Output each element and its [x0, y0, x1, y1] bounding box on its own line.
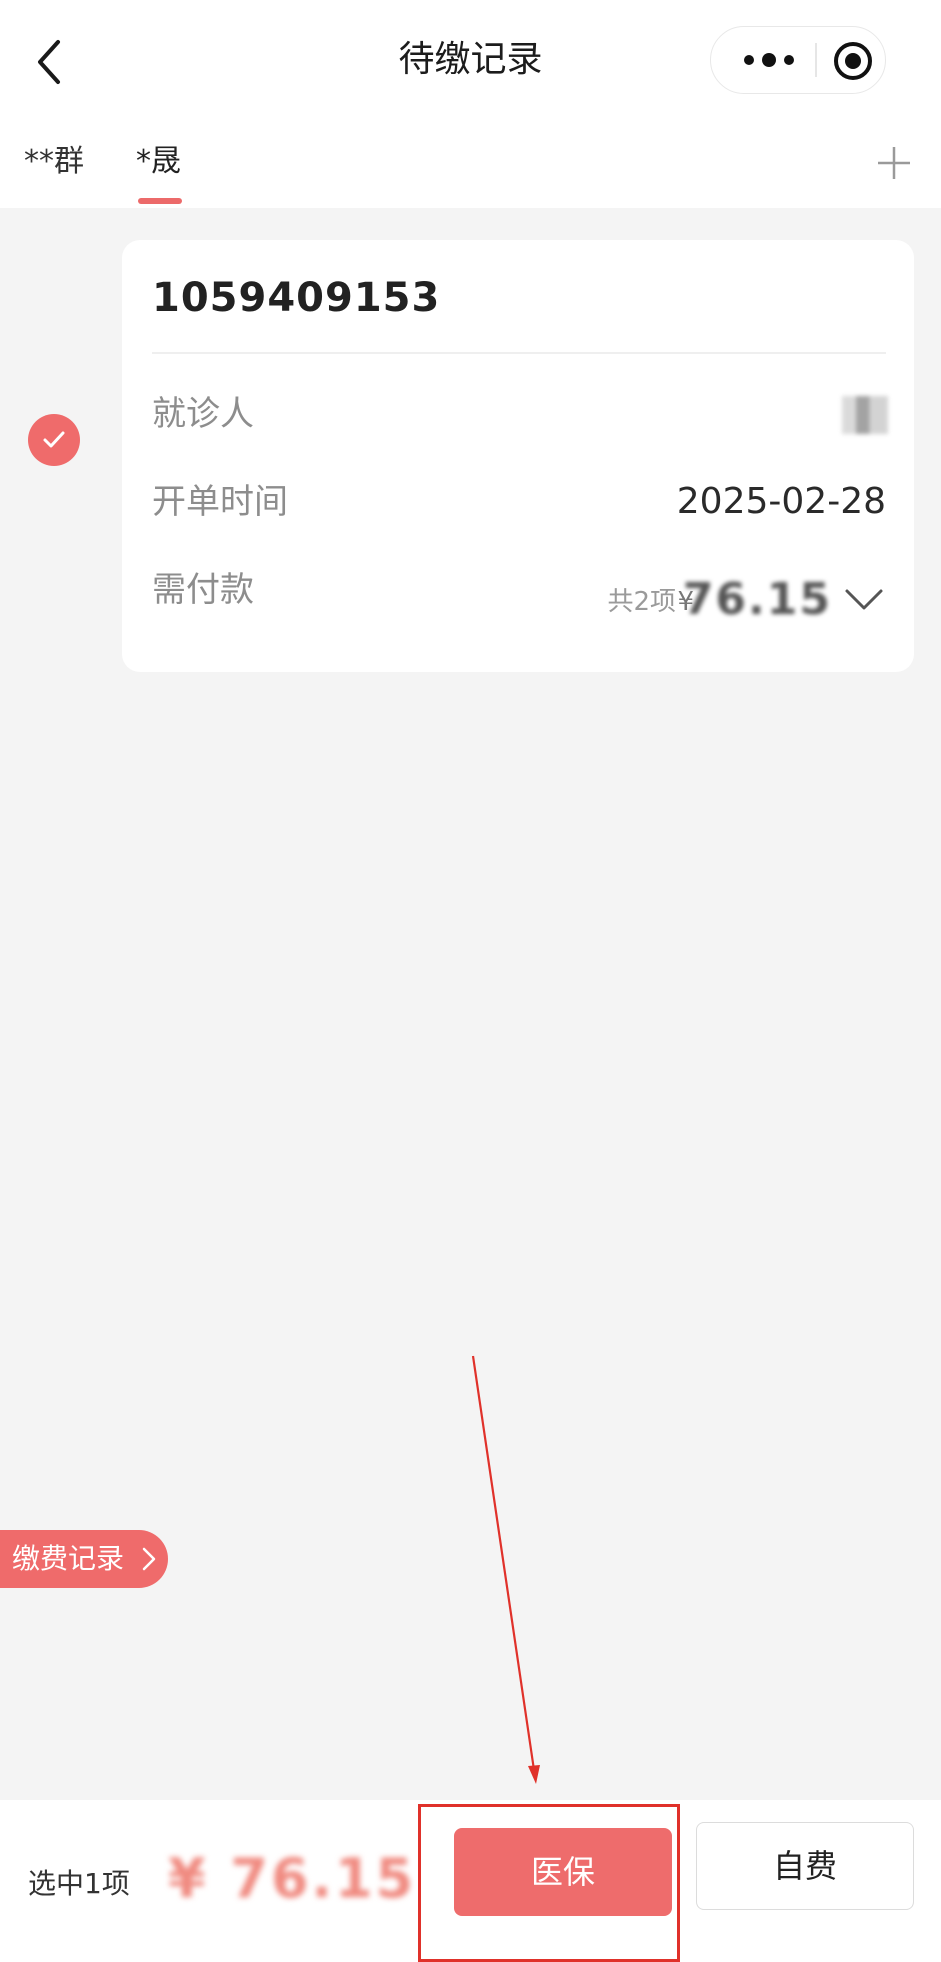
payment-amount-obscured: 76.15 [682, 574, 832, 625]
pending-payment-card[interactable]: 1059409153 就诊人 开单时间 2025-02-28 需付款 共2项 ¥… [122, 240, 914, 672]
target-icon[interactable] [833, 41, 873, 81]
payment-label: 需付款 [152, 570, 254, 610]
record-number: 1059409153 [152, 275, 441, 321]
selected-count: 选中1项 [28, 1867, 130, 1900]
patient-tabs: **群 *晟 [0, 120, 941, 208]
chevron-down-icon[interactable] [844, 586, 884, 614]
chevron-right-icon [142, 1547, 156, 1571]
more-dots-icon[interactable] [737, 45, 801, 75]
tab-patient-1[interactable]: **群 [24, 140, 84, 184]
tab-patient-2[interactable]: *晟 [136, 140, 181, 184]
annotation-highlight-box [418, 1804, 680, 1962]
payment-history-label: 缴费记录 [12, 1542, 125, 1575]
patient-label: 就诊人 [152, 394, 254, 434]
card-divider [152, 352, 886, 354]
capsule-divider [815, 43, 817, 77]
record-checkbox[interactable] [28, 414, 80, 466]
self-pay-button[interactable]: 自费 [696, 1822, 914, 1910]
order-time-label: 开单时间 [152, 482, 288, 522]
payment-item-count: 共2项 [607, 587, 676, 617]
check-icon [43, 431, 65, 448]
selected-amount-obscured: ¥ 76.15 [168, 1847, 417, 1910]
plus-icon[interactable] [876, 145, 912, 181]
top-navigation-bar: 待缴记录 [0, 0, 941, 120]
patient-value-obscured [842, 396, 888, 434]
active-tab-indicator [138, 198, 182, 204]
mini-program-capsule [710, 26, 886, 94]
payment-history-button[interactable]: 缴费记录 [0, 1530, 168, 1588]
order-time-value: 2025-02-28 [676, 481, 886, 522]
